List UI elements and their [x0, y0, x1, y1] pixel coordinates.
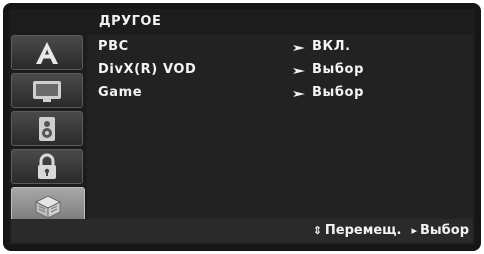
setting-row-divx-vod[interactable]: DivX(R) VOD Выбор [87, 62, 473, 82]
setting-row-pbc[interactable]: PBC ВКЛ. [87, 39, 473, 59]
setting-label: PBC [98, 39, 129, 54]
arrow-right-icon [293, 68, 305, 74]
setting-row-game[interactable]: Game Выбор [87, 85, 473, 105]
setting-value: Выбор [312, 85, 364, 100]
arrow-right-icon [293, 45, 305, 51]
move-hint-label: Перемещ. [324, 223, 402, 238]
navigation-hint: ⇕ Перемещ. ▸ Выбор [313, 223, 469, 238]
osd-menu-frame: ДРУГОЕ PBC ВКЛ. DivX(R) VOD Выбор Game В… [3, 3, 481, 251]
display-tv-icon [33, 80, 61, 102]
tab-display[interactable] [11, 73, 83, 108]
speaker-audio-icon [39, 116, 55, 141]
tab-others[interactable] [11, 187, 85, 222]
setting-label: Game [98, 85, 143, 100]
setting-value: Выбор [312, 62, 364, 77]
page-title: ДРУГОЕ [99, 14, 162, 29]
tab-audio[interactable] [11, 111, 83, 146]
arrow-right-icon [293, 91, 305, 97]
tab-language[interactable] [11, 35, 83, 70]
lock-icon [38, 153, 56, 179]
select-arrow-icon: ▸ [411, 224, 418, 237]
tab-lock[interactable] [11, 149, 83, 184]
move-updown-icon: ⇕ [312, 224, 322, 237]
settings-list: PBC ВКЛ. DivX(R) VOD Выбор Game Выбор [87, 35, 473, 221]
footer-hint-bar: ⇕ Перемещ. ▸ Выбор [11, 219, 473, 243]
select-hint-label: Выбор [420, 223, 469, 238]
language-a-icon [36, 41, 58, 64]
setting-value: ВКЛ. [312, 39, 351, 54]
others-menu-icon [34, 194, 62, 218]
setting-label: DivX(R) VOD [98, 62, 197, 77]
